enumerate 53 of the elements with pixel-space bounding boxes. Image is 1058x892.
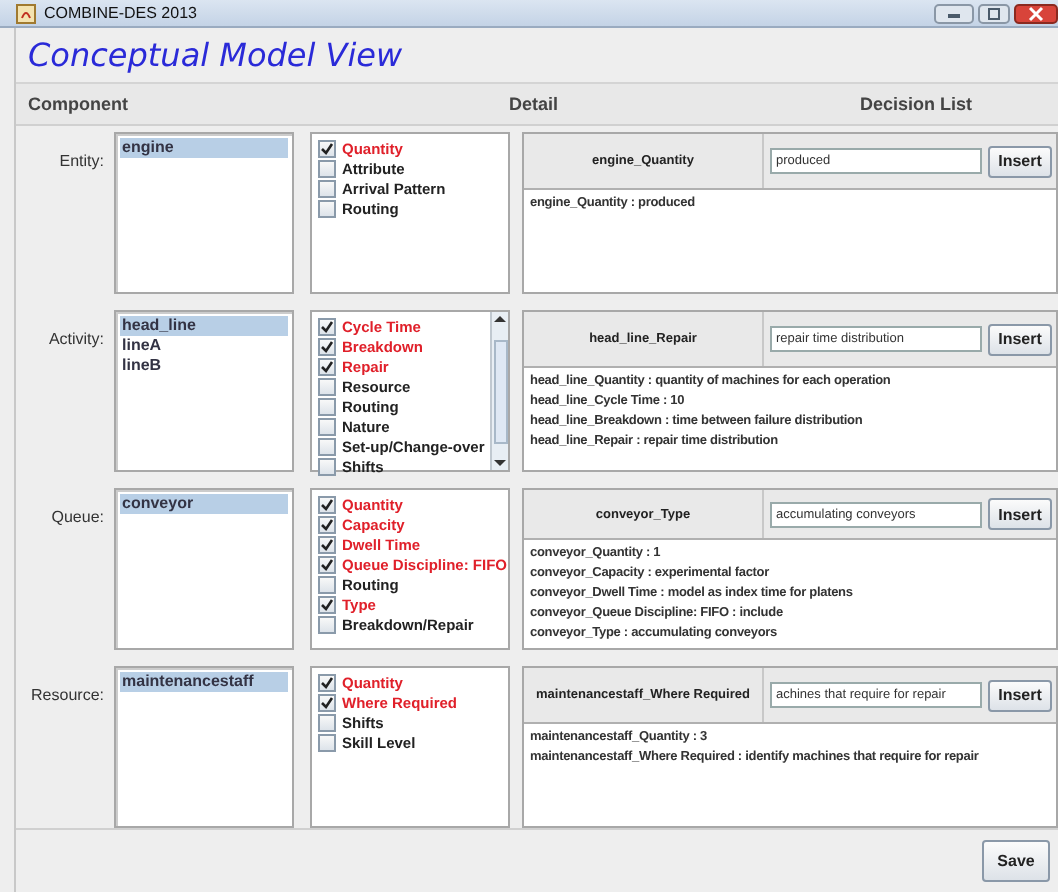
save-button[interactable]: Save [982, 840, 1050, 882]
checkbox[interactable] [318, 575, 336, 593]
checkbox[interactable] [318, 693, 336, 711]
checkbox[interactable] [318, 457, 336, 475]
close-icon[interactable] [1014, 3, 1058, 23]
component-label: Resource: [29, 684, 104, 708]
checkbox[interactable] [318, 377, 336, 395]
column-header: Component [26, 94, 130, 114]
checkbox[interactable] [318, 595, 336, 613]
insert-button[interactable]: Insert [988, 145, 1052, 177]
checkbox[interactable] [318, 357, 336, 375]
checkbox[interactable] [318, 417, 336, 435]
column-header: Decision List [857, 94, 972, 114]
component-item[interactable]: lineB [120, 356, 288, 376]
checkbox[interactable] [318, 555, 336, 573]
checkbox[interactable] [318, 673, 336, 691]
insert-button[interactable]: Insert [988, 679, 1052, 711]
component-list[interactable]: head_line lineA lineB [114, 310, 294, 472]
app-icon [16, 3, 36, 23]
scroll-down-icon[interactable] [492, 456, 509, 470]
insert-button[interactable]: Insert [988, 323, 1052, 355]
checkbox[interactable] [318, 535, 336, 553]
checkbox[interactable] [318, 713, 336, 731]
checkbox[interactable] [318, 317, 336, 335]
checkbox[interactable] [318, 199, 336, 217]
checkbox[interactable] [318, 615, 336, 633]
checkbox[interactable] [318, 159, 336, 177]
minimize-icon[interactable] [934, 3, 974, 23]
checkbox[interactable] [318, 437, 336, 455]
checkbox[interactable] [318, 515, 336, 533]
component-item[interactable]: head_line [120, 316, 288, 336]
checkbox[interactable] [318, 139, 336, 157]
checkbox[interactable] [318, 337, 336, 355]
component-item[interactable]: maintenancestaff [120, 672, 288, 692]
checkbox[interactable] [318, 397, 336, 415]
scrollbar[interactable] [490, 312, 509, 470]
checkbox[interactable] [318, 733, 336, 751]
component-list[interactable]: engine [114, 132, 294, 294]
component-item[interactable]: conveyor [120, 494, 288, 514]
column-header: Detail [506, 94, 558, 114]
scroll-up-icon[interactable] [492, 312, 509, 326]
checkbox[interactable] [318, 179, 336, 197]
checkbox[interactable] [318, 495, 336, 513]
maximize-icon[interactable] [978, 3, 1010, 23]
window-title: COMBINE-DES 2013 [44, 4, 197, 22]
insert-button[interactable]: Insert [988, 498, 1052, 530]
component-label: Queue: [49, 506, 104, 530]
component-item[interactable]: lineA [120, 336, 288, 356]
component-list[interactable]: conveyor [114, 488, 294, 650]
component-list[interactable]: maintenancestaff [114, 666, 294, 828]
component-label: Activity: [46, 328, 104, 352]
component-label: Entity: [57, 150, 104, 174]
component-item[interactable]: engine [120, 138, 288, 158]
